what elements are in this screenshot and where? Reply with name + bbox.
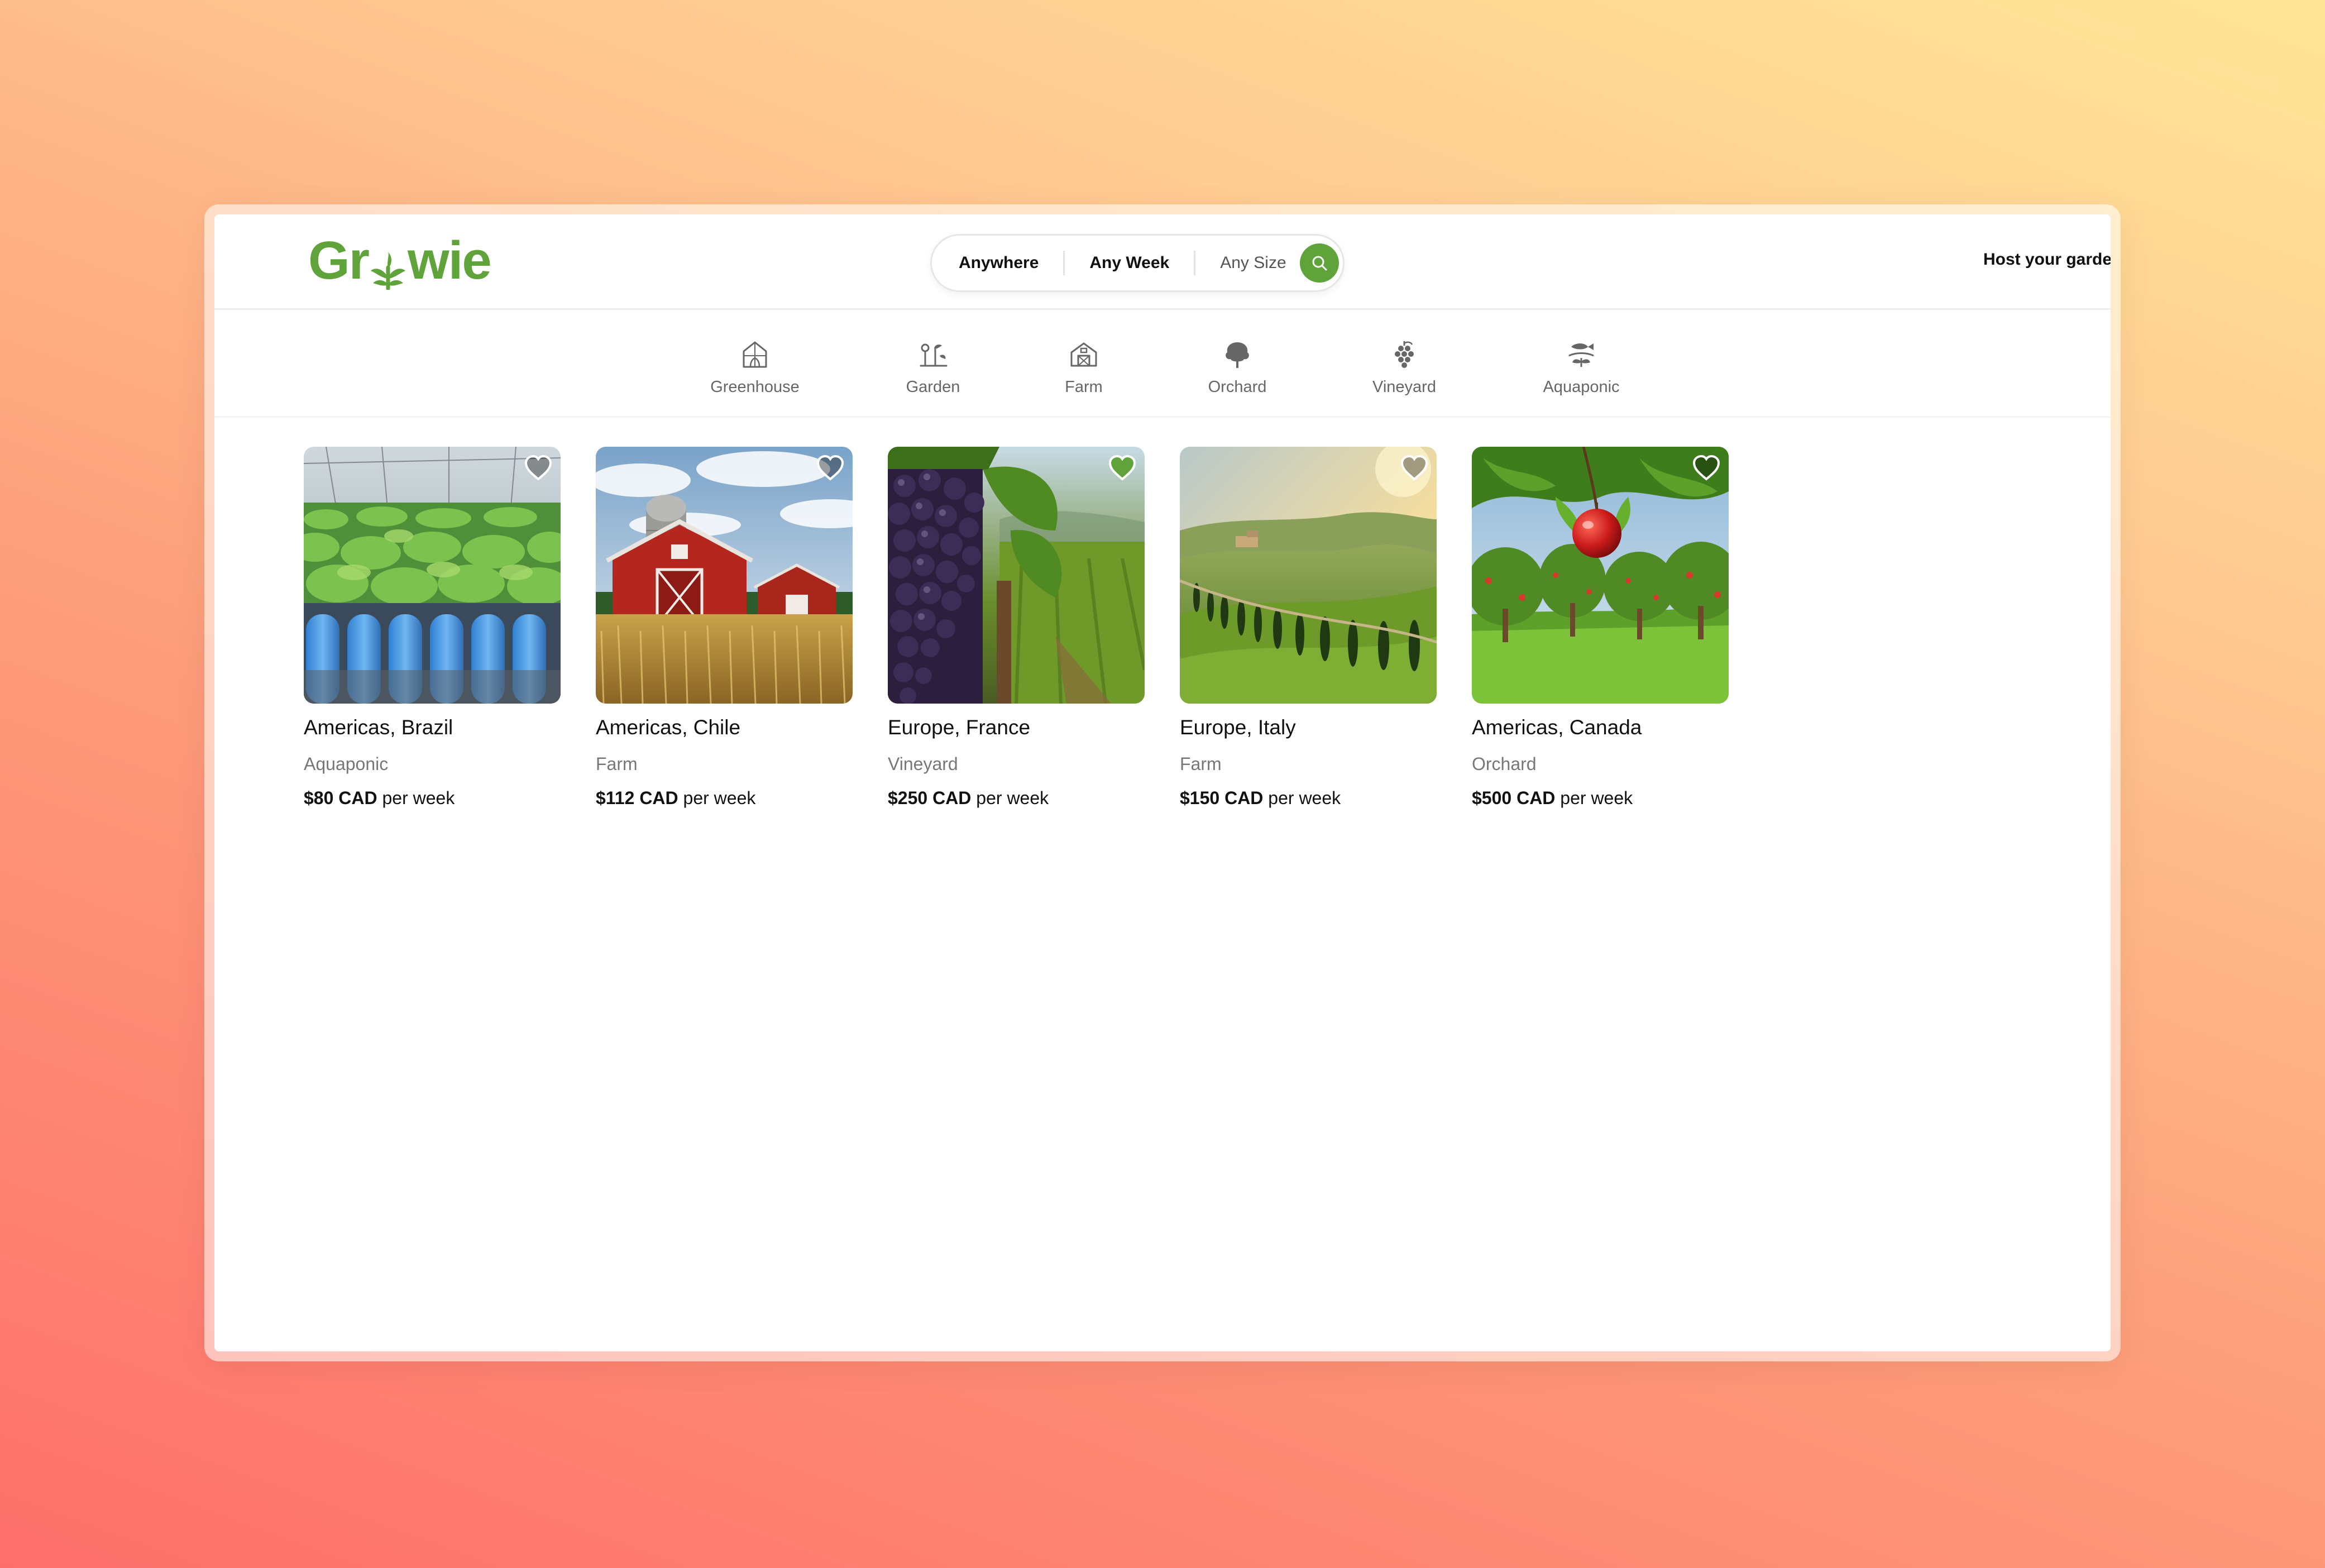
category-label: Orchard [1208, 378, 1267, 396]
listing-price: $80 CAD per week [304, 788, 561, 809]
listing-location: Americas, Brazil [304, 716, 453, 739]
search-icon [1312, 256, 1327, 271]
logo-text-left: Gr [308, 231, 370, 290]
app-window: Gr wie Anywhere Any Week Any Size Host y… [214, 214, 2111, 1351]
tree-icon [1226, 342, 1249, 368]
category-label: Farm [1065, 378, 1103, 396]
heart-favorite-icon[interactable] [524, 455, 553, 481]
fish-plant-icon [1568, 343, 1594, 367]
heart-favorite-icon[interactable] [1400, 455, 1429, 481]
listing-type: Aquaponic [304, 754, 389, 774]
price-period: per week [1560, 788, 1633, 808]
category-label: Garden [906, 378, 960, 396]
listing-card[interactable]: Americas, Chile Farm $112 CAD per week [596, 447, 853, 809]
search-week[interactable]: Any Week [1065, 254, 1194, 273]
heart-favorite-icon[interactable] [1692, 455, 1721, 481]
heart-favorite-icon[interactable] [816, 455, 845, 481]
category-greenhouse[interactable]: Greenhouse [688, 339, 822, 396]
growie-logo[interactable]: Gr wie [308, 231, 492, 291]
listing-type: Farm [1180, 754, 1222, 774]
category-aquaponic[interactable]: Aquaponic [1514, 339, 1648, 396]
search-location[interactable]: Anywhere [932, 254, 1063, 273]
garden-icon [920, 343, 948, 367]
category-garden[interactable]: Garden [866, 339, 1000, 396]
listing-location: Americas, Canada [1472, 716, 1642, 739]
farm-barn-icon [1070, 342, 1097, 367]
listing-price: $150 CAD per week [1180, 788, 1437, 809]
listing-card[interactable]: Europe, Italy Farm $150 CAD per week [1180, 447, 1437, 809]
price-amount: $500 CAD [1472, 788, 1556, 808]
listing-photo[interactable] [304, 447, 561, 704]
listing-photo[interactable] [888, 447, 1145, 704]
price-period: per week [382, 788, 455, 808]
category-label: Greenhouse [710, 378, 800, 396]
search-bar[interactable]: Anywhere Any Week Any Size [930, 234, 1345, 292]
listing-type: Orchard [1472, 754, 1537, 774]
category-orchard[interactable]: Orchard [1170, 339, 1304, 396]
listing-location: Europe, Italy [1180, 716, 1296, 739]
grapes-icon [1395, 341, 1414, 368]
logo-text-right: wie [408, 231, 492, 290]
category-farm[interactable]: Farm [1017, 339, 1151, 396]
listing-card[interactable]: Americas, Brazil Aquaponic $80 CAD per w… [304, 447, 561, 809]
tuscany-hills-photo [1180, 447, 1437, 704]
listing-location: Americas, Chile [596, 716, 741, 739]
price-period: per week [976, 788, 1049, 808]
listing-type: Vineyard [888, 754, 958, 774]
host-your-garden-link[interactable]: Host your garden [1983, 250, 2111, 269]
listing-card[interactable]: Europe, France Vineyard $250 CAD per wee… [888, 447, 1145, 809]
aquaponic-photo [304, 447, 561, 704]
red-barn-photo [596, 447, 853, 704]
price-amount: $80 CAD [304, 788, 377, 808]
listing-price: $500 CAD per week [1472, 788, 1729, 809]
price-amount: $112 CAD [596, 788, 678, 808]
listing-card[interactable]: Americas, Canada Orchard $500 CAD per we… [1472, 447, 1729, 809]
listing-price: $112 CAD per week [596, 788, 853, 809]
listing-photo[interactable] [1180, 447, 1437, 704]
category-label: Aquaponic [1543, 378, 1620, 396]
price-period: per week [683, 788, 756, 808]
sprout-icon [370, 241, 406, 291]
listing-photo[interactable] [596, 447, 853, 704]
price-period: per week [1268, 788, 1341, 808]
greenhouse-icon [743, 341, 767, 368]
search-button[interactable] [1299, 243, 1339, 283]
price-amount: $250 CAD [888, 788, 972, 808]
category-vineyard[interactable]: Vineyard [1337, 339, 1471, 396]
listing-location: Europe, France [888, 716, 1031, 739]
heart-favorite-icon[interactable] [1108, 455, 1137, 481]
listing-photo[interactable] [1472, 447, 1729, 704]
category-bar: Greenhouse Garden Farm Orchard Vineyard … [214, 310, 2111, 418]
top-header: Gr wie Anywhere Any Week Any Size Host y… [214, 214, 2111, 310]
listing-type: Farm [596, 754, 638, 774]
vineyard-grapes-photo [888, 447, 1145, 704]
price-amount: $150 CAD [1180, 788, 1264, 808]
apple-orchard-photo [1472, 447, 1729, 704]
category-label: Vineyard [1372, 378, 1436, 396]
listing-price: $250 CAD per week [888, 788, 1145, 809]
search-size[interactable]: Any Size [1195, 254, 1299, 273]
browser-frame: Gr wie Anywhere Any Week Any Size Host y… [204, 204, 2121, 1361]
